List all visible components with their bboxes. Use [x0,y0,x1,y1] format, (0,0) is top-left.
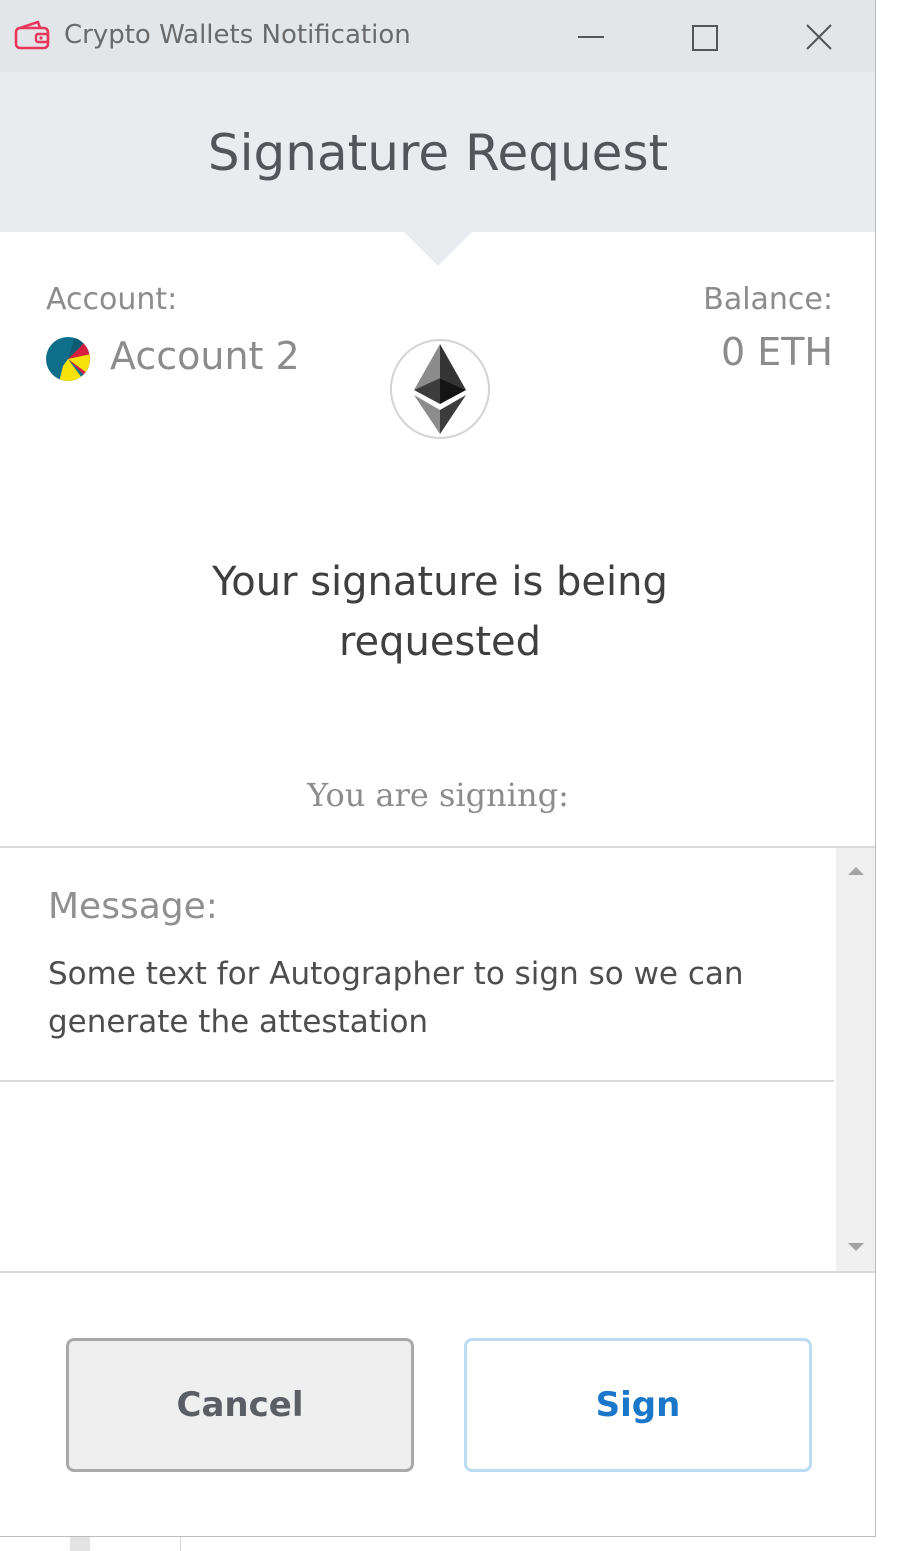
signing-label: You are signing: [307,776,569,814]
scroll-down-icon[interactable] [846,1240,866,1254]
message-divider [0,1080,834,1082]
balance-label: Balance: [703,282,833,317]
message-panel[interactable]: Message: Some text for Autographer to si… [0,848,875,1271]
request-header: Signature Request [0,72,875,232]
page-title: Signature Request [207,124,669,182]
maximize-icon[interactable] [682,14,728,60]
balance-value: 0 ETH [720,330,833,374]
close-icon[interactable] [796,14,842,60]
background-window-divider [180,1537,181,1551]
title-bar[interactable]: Crypto Wallets Notification [0,0,875,72]
desktop-background [877,0,897,1551]
ethereum-icon [390,339,490,439]
cancel-button[interactable]: Cancel [66,1338,414,1472]
header-pointer [404,232,472,266]
signature-request-heading: Your signature is being requested [212,559,668,665]
message-scrollbar[interactable] [836,848,875,1271]
scroll-up-icon[interactable] [846,864,866,878]
notification-window: Crypto Wallets Notification Signature Re… [0,0,876,1537]
message-text: Some text for Autographer to sign so we … [48,956,744,1040]
window-title: Crypto Wallets Notification [64,20,411,50]
account-name: Account 2 [110,334,300,378]
account-avatar-icon [46,337,90,381]
sign-button[interactable]: Sign [464,1338,812,1472]
minimize-icon[interactable] [568,14,614,60]
divider [0,1271,875,1273]
background-window-edge [70,1537,90,1551]
message-label: Message: [48,886,218,927]
wallet-icon [14,20,50,50]
account-label: Account: [46,282,178,317]
